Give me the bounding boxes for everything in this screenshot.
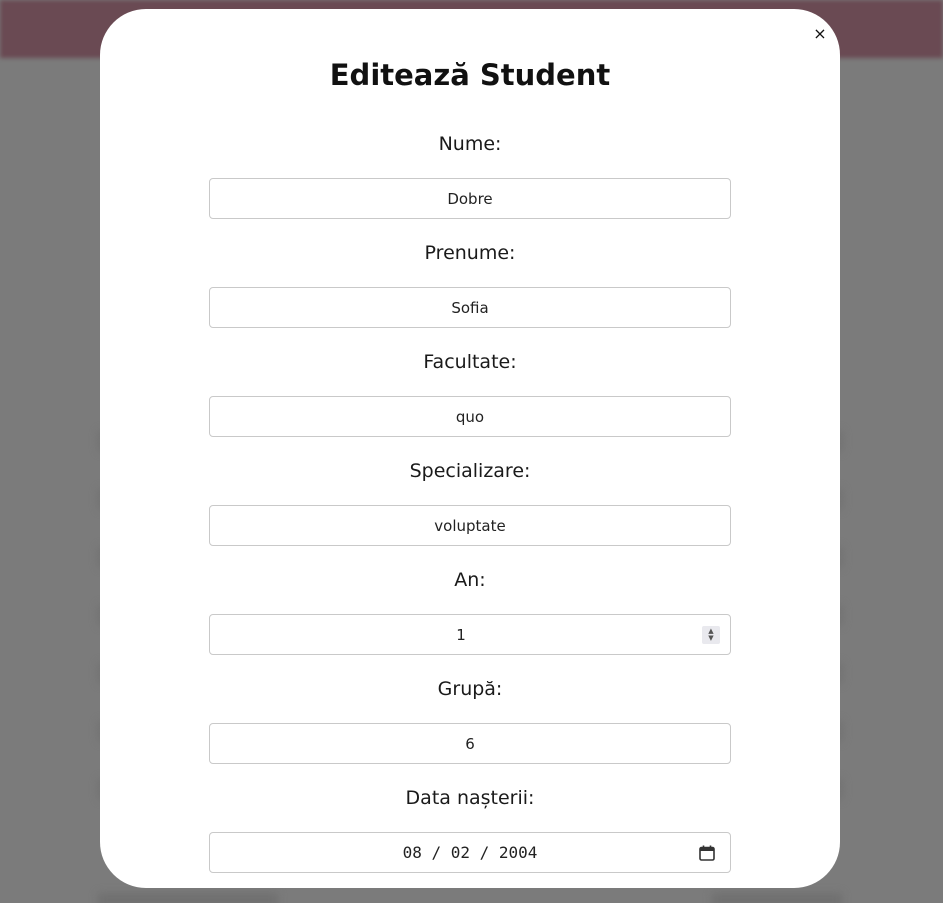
specializare-value: voluptate: [434, 516, 506, 535]
grupa-label: Grupă:: [437, 678, 503, 700]
data-nasterii-value: 08 / 02 / 2004: [402, 843, 538, 862]
number-stepper-icon[interactable]: ▲ ▼: [702, 626, 720, 644]
data-nasterii-date-input[interactable]: 08 / 02 / 2004: [209, 832, 731, 873]
background-footer-text: [712, 893, 842, 903]
specializare-label: Specializare:: [409, 460, 531, 482]
an-value: 1: [456, 625, 466, 644]
page: × Editează Student Nume: Dobre Prenume: …: [0, 0, 943, 903]
grupa-value: 6: [465, 734, 475, 753]
prenume-input[interactable]: Sofia: [209, 287, 731, 328]
an-label: An:: [454, 569, 486, 591]
prenume-label: Prenume:: [424, 242, 516, 264]
nume-input[interactable]: Dobre: [209, 178, 731, 219]
data-nasterii-label: Data nașterii:: [405, 787, 535, 809]
specializare-input[interactable]: voluptate: [209, 505, 731, 546]
background-footer-text: [98, 893, 278, 903]
modal-title: Editează Student: [329, 58, 611, 92]
calendar-icon[interactable]: [698, 844, 716, 862]
an-number-input[interactable]: 1 ▲ ▼: [209, 614, 731, 655]
facultate-value: quo: [455, 407, 485, 426]
facultate-label: Facultate:: [423, 351, 517, 373]
nume-value: Dobre: [447, 189, 493, 208]
prenume-value: Sofia: [451, 298, 489, 317]
close-icon[interactable]: ×: [810, 23, 830, 45]
nume-label: Nume:: [438, 133, 502, 155]
edit-student-modal: × Editează Student Nume: Dobre Prenume: …: [100, 9, 840, 888]
grupa-input[interactable]: 6: [209, 723, 731, 764]
facultate-input[interactable]: quo: [209, 396, 731, 437]
